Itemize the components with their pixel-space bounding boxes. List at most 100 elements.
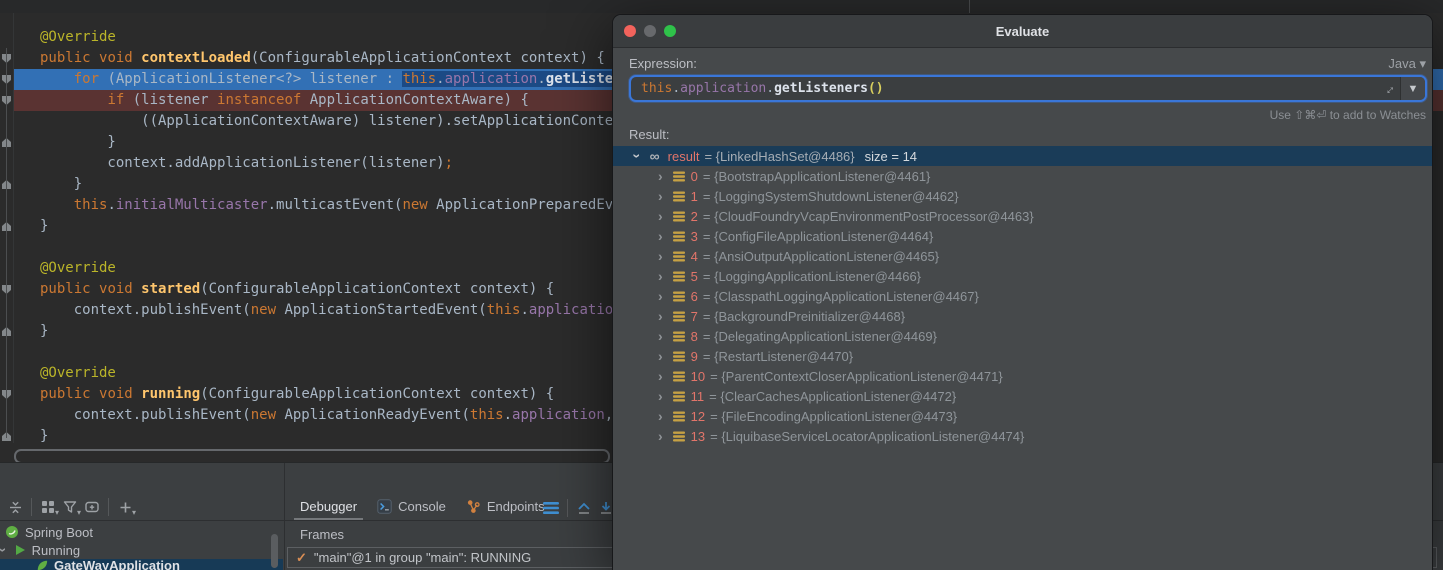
list-node-icon [673,411,685,422]
chevron-right-icon[interactable]: › [658,309,663,323]
run-tree-label: Spring Boot [25,525,93,540]
filter-button[interactable]: ▾ [59,496,81,518]
chevron-right-icon[interactable]: › [658,229,663,243]
spring-boot-icon [5,525,19,539]
item-value: = {DelegatingApplicationListener@4469} [703,329,937,344]
chevron-down-icon[interactable]: › [630,154,644,159]
thread-label: "main"@1 in group "main": RUNNING [314,550,531,565]
list-node-icon [673,391,685,402]
result-item-row[interactable]: ›0= {BootstrapApplicationListener@4461} [613,166,1432,186]
item-value: = {BackgroundPreinitializer@4468} [703,309,905,324]
item-index: 13 [691,429,705,444]
fold-guide-line [6,48,7,438]
chevron-right-icon[interactable]: › [658,189,663,203]
result-item-row[interactable]: ›7= {BackgroundPreinitializer@4468} [613,306,1432,326]
expression-input[interactable]: this.application.getListeners() ↔ ▼ [629,75,1427,102]
result-item-row[interactable]: › 3 = {ConfigFileApplicationListener@4464} [613,226,1432,246]
run-tree-label: GateWayApplication [54,558,180,570]
item-value: = {RestartListener@4470} [703,349,853,364]
minimize-button[interactable] [644,25,656,37]
thread-check-icon: ✓ [296,550,307,566]
toolwindow-tabs: Debugger Console Endpoints [290,492,555,520]
result-item-row[interactable]: › 5 = {LoggingApplicationListener@4466} [613,266,1432,286]
list-node-icon [673,371,685,382]
item-value: = {LiquibaseServiceLocatorApplicationLis… [710,429,1024,444]
result-item-row[interactable]: ›4= {AnsiOutputApplicationListener@4465} [613,246,1432,266]
item-value: = {ParentContextCloserApplicationListene… [710,369,1003,384]
item-index: 0 [691,169,698,184]
watches-hint: Use ⇧⌘⏎ to add to Watches [1270,108,1426,122]
chevron-right-icon[interactable]: › [658,169,663,183]
result-item-row[interactable]: ›11= {ClearCachesApplicationListener@447… [613,386,1432,406]
zoom-button[interactable] [664,25,676,37]
chevron-right-icon[interactable]: › [658,429,663,443]
result-item-row[interactable]: › 6 = {ClasspathLoggingApplicationListener… [613,286,1432,306]
item-value: = {ClasspathLoggingApplicationListener@4… [703,289,979,304]
result-item-row[interactable]: ›1= {LoggingSystemShutdownListener@4462} [613,186,1432,206]
endpoints-icon [466,499,481,514]
chevron-right-icon[interactable]: › [658,409,663,423]
spring-leaf-icon [36,559,48,570]
chevron-down-icon[interactable]: › [0,548,10,553]
result-root-row[interactable]: › ∞ result = {LinkedHashSet@4486} size =… [613,146,1432,166]
expression-label: Expression: [629,56,697,71]
result-item-row[interactable]: ›9= {RestartListener@4470} [613,346,1432,366]
restore-layout-icon[interactable] [573,497,595,519]
expression-code: this.application.getListeners() [631,81,1376,96]
view-options-button[interactable]: ▾ [37,496,59,518]
options-menu-icon[interactable] [540,497,562,519]
item-index: 6 [691,289,698,304]
run-tree-item-application[interactable]: GateWayApplication [0,559,283,570]
panel-vertical-separator [284,463,285,570]
chevron-down-icon: ▾ [1419,56,1426,71]
tab-label: Endpoints [487,499,545,514]
result-item-row[interactable]: ›10= {ParentContextCloserApplicationList… [613,366,1432,386]
debug-toolbar: ▾ ▾ ▾ [4,496,136,518]
chevron-right-icon[interactable]: › [658,329,663,343]
item-index: 5 [691,269,698,284]
toolwindow-tab-actions [540,497,617,519]
add-button[interactable]: ▾ [114,496,136,518]
result-item-row[interactable]: › 8 = {DelegatingApplicationListener@4469} [613,326,1432,346]
item-index: 8 [691,329,698,344]
dialog-title: Evaluate [996,24,1049,39]
chevron-right-icon[interactable]: › [658,289,663,303]
result-node-icon: ∞ [650,149,660,163]
item-index: 4 [691,249,698,264]
result-item-row[interactable]: ›2= {CloudFoundryVcapEnvironmentPostProc… [613,206,1432,226]
collapse-all-button[interactable] [4,496,26,518]
item-index: 12 [691,409,705,424]
history-dropdown-button[interactable]: ▼ [1400,77,1425,100]
item-index: 1 [691,189,698,204]
tab-console[interactable]: Console [367,492,456,520]
run-tree-item-running[interactable]: › Running [0,541,283,559]
item-value: = {ConfigFileApplicationListener@4464} [703,229,933,244]
item-index: 3 [691,229,698,244]
item-value: = {LoggingApplicationListener@4466} [703,269,921,284]
chevron-right-icon[interactable]: › [658,209,663,223]
result-item-row[interactable]: ›12= {FileEncodingApplicationListener@44… [613,406,1432,426]
chevron-right-icon[interactable]: › [658,249,663,263]
item-value: = {ClearCachesApplicationListener@4472} [709,389,956,404]
tab-label: Debugger [300,499,357,514]
add-to-frame-button[interactable] [81,496,103,518]
chevron-right-icon[interactable]: › [658,269,663,283]
tab-debugger[interactable]: Debugger [290,492,367,520]
chevron-right-icon[interactable]: › [658,349,663,363]
result-type-value: = {LinkedHashSet@4486} [704,149,854,164]
tree-scrollbar[interactable] [271,534,278,568]
expand-editor-icon[interactable]: ↔ [1376,81,1400,96]
language-selector[interactable]: Java ▾ [1388,56,1426,72]
list-node-icon [673,311,685,322]
chevron-right-icon[interactable]: › [658,369,663,383]
dropdown-arrow-icon: ▾ [132,509,136,517]
run-tree-label: Running [32,543,80,558]
dialog-titlebar[interactable]: Evaluate [613,15,1432,48]
ide-root: @Overridepublic void contextLoaded(Confi… [0,0,1443,570]
result-label: Result: [629,127,669,142]
close-button[interactable] [624,25,636,37]
run-icon [15,544,26,556]
result-item-row[interactable]: › 13 = {LiquibaseServiceLocatorApplication… [613,426,1432,446]
run-tree-item-spring-boot[interactable]: Spring Boot [0,523,283,541]
chevron-right-icon[interactable]: › [658,389,663,403]
